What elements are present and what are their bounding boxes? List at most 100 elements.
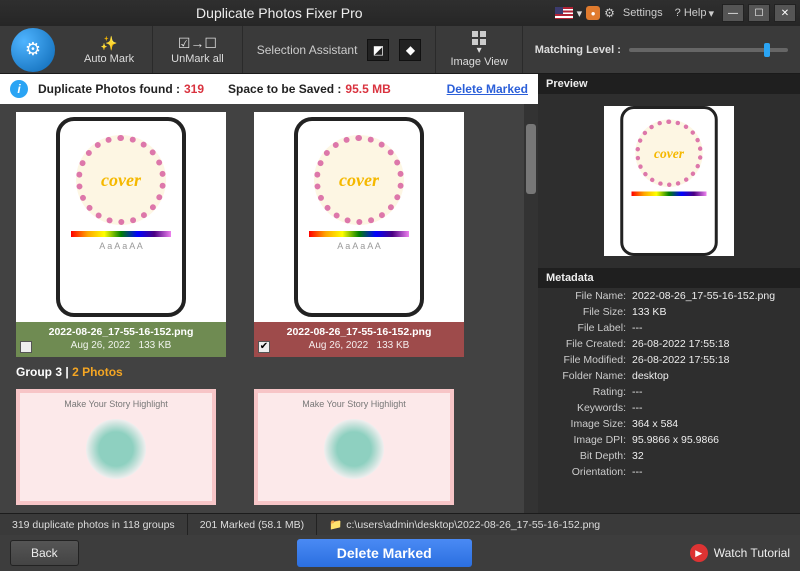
rainbow-bar-icon [71,231,171,237]
status-dupe-summary: 319 duplicate photos in 118 groups [0,514,188,535]
metadata-value: 364 x 584 [632,418,792,430]
metadata-row: Folder Name:desktop [538,368,800,384]
metadata-value: --- [632,322,792,334]
back-button[interactable]: Back [10,540,79,566]
selection-assistant-label: Selection Assistant [257,43,358,57]
auto-mark-button[interactable]: ✨ Auto Mark [66,26,153,73]
metadata-value: --- [632,386,792,398]
unmark-all-button[interactable]: ☑→☐ UnMark all [153,26,243,73]
photo-card[interactable]: cover A a A a A A 2022-08-26_17-55-16-15… [254,112,464,357]
space-label: Space to be Saved : [228,82,341,96]
status-bar: 319 duplicate photos in 118 groups 201 M… [0,513,800,535]
card-subinfo: Aug 26, 2022 133 KB [258,340,460,351]
titlebar: Duplicate Photos Fixer Pro ▾ ● ⚙ Setting… [0,0,800,26]
story-title: Make Your Story Highlight [64,399,168,409]
card-filename: 2022-08-26_17-55-16-152.png [20,326,222,338]
metadata-row: File Name:2022-08-26_17-55-16-152.png [538,288,800,304]
content-area: i Duplicate Photos found : 319 Space to … [0,74,800,513]
metadata-value: --- [632,402,792,414]
metadata-row: Orientation:--- [538,464,800,480]
group-header: Group 3 | 2 Photos [6,357,532,383]
card-subinfo: Aug 26, 2022 133 KB [20,340,222,351]
metadata-value: --- [632,466,792,478]
photo-card[interactable]: Make Your Story Highlight [254,389,464,505]
photo-card[interactable]: cover A a A a A A 2022-08-26_17-55-16-15… [16,112,226,357]
selection-tool-2-button[interactable]: ◆ [399,39,421,61]
app-logo: ⚙ [0,26,66,73]
preview-box: cover [538,94,800,268]
card-filename: 2022-08-26_17-55-16-152.png [258,326,460,338]
play-icon: ▶ [690,544,708,562]
story-circle-icon [86,419,146,479]
preview-image: cover [604,106,734,256]
maximize-button[interactable]: ☐ [748,4,770,22]
metadata-row: Keywords:--- [538,400,800,416]
photo-card[interactable]: Make Your Story Highlight [16,389,226,505]
folder-icon: 📁 [329,518,342,531]
selection-assistant-group: Selection Assistant ◩ ◆ [243,26,437,73]
space-value: 95.5 MB [345,82,390,96]
results-pane: i Duplicate Photos found : 319 Space to … [0,74,538,513]
thumbnail-image: cover A a A a A A [254,112,464,322]
metadata-value: 26-08-2022 17:55:18 [632,354,792,366]
metadata-key: Folder Name: [546,370,632,382]
metadata-key: File Created: [546,338,632,350]
settings-gear-icon: ⚙ [604,6,615,20]
metadata-row: File Modified:26-08-2022 17:55:18 [538,352,800,368]
vertical-scrollbar[interactable] [524,104,538,513]
app-title: Duplicate Photos Fixer Pro [4,5,555,21]
notification-badge-icon[interactable]: ● [586,6,600,20]
card-checkbox[interactable] [20,341,32,353]
card-checkbox[interactable]: ✔ [258,341,270,353]
unmark-all-label: UnMark all [171,53,224,65]
group-name: Group 3 [16,365,62,379]
watch-tutorial-button[interactable]: ▶ Watch Tutorial [690,544,790,562]
thumbnail-image: Make Your Story Highlight [16,389,216,505]
metadata-value: 133 KB [632,306,792,318]
image-view-label: Image View [450,56,507,68]
info-icon: i [10,80,28,98]
found-label: Duplicate Photos found : [38,82,180,96]
metadata-key: File Modified: [546,354,632,366]
metadata-row: File Created:26-08-2022 17:55:18 [538,336,800,352]
selection-tool-1-button[interactable]: ◩ [367,39,389,61]
matching-level-label: Matching Level : [535,44,621,56]
rainbow-bar-icon [309,231,409,237]
settings-menu[interactable]: Settings [619,7,667,19]
help-dropdown-arrow: ▾ [708,7,714,20]
status-path: 📁 c:\users\admin\desktop\2022-08-26_17-5… [317,514,612,535]
metadata-value: 26-08-2022 17:55:18 [632,338,792,350]
language-flag-icon[interactable] [555,7,573,19]
scrollbar-thumb[interactable] [526,124,536,194]
help-menu[interactable]: ? Help ▾ [671,7,718,20]
metadata-key: File Label: [546,322,632,334]
uncheck-icon: ☑→☐ [178,35,217,53]
metadata-key: Orientation: [546,466,632,478]
metadata-row: File Size:133 KB [538,304,800,320]
metadata-value: desktop [632,370,792,382]
minimize-button[interactable]: — [722,4,744,22]
preview-header: Preview [538,74,800,94]
info-bar: i Duplicate Photos found : 319 Space to … [0,74,538,104]
metadata-row: Bit Depth:32 [538,448,800,464]
found-count: 319 [184,82,204,96]
metadata-key: Image DPI: [546,434,632,446]
metadata-key: Bit Depth: [546,450,632,462]
story-title: Make Your Story Highlight [302,399,406,409]
language-dropdown-arrow[interactable]: ▾ [577,7,583,20]
slider-thumb-icon[interactable] [764,43,770,57]
matching-level-slider[interactable] [629,48,788,52]
image-view-button[interactable]: ▾ Image View [436,26,522,73]
cover-graphic: cover [76,135,166,225]
metadata-header: Metadata [538,268,800,288]
close-button[interactable]: ✕ [774,4,796,22]
delete-marked-button[interactable]: Delete Marked [297,539,472,567]
metadata-value: 95.9866 x 95.9866 [632,434,792,446]
delete-marked-link[interactable]: Delete Marked [447,82,528,96]
metadata-key: Rating: [546,386,632,398]
group-count: 2 Photos [72,365,123,379]
metadata-key: File Name: [546,290,632,302]
thumbnail-image: cover A a A a A A [16,112,226,322]
bottom-bar: Back Delete Marked ▶ Watch Tutorial [0,535,800,571]
status-filepath: c:\users\admin\desktop\2022-08-26_17-55-… [346,519,600,531]
